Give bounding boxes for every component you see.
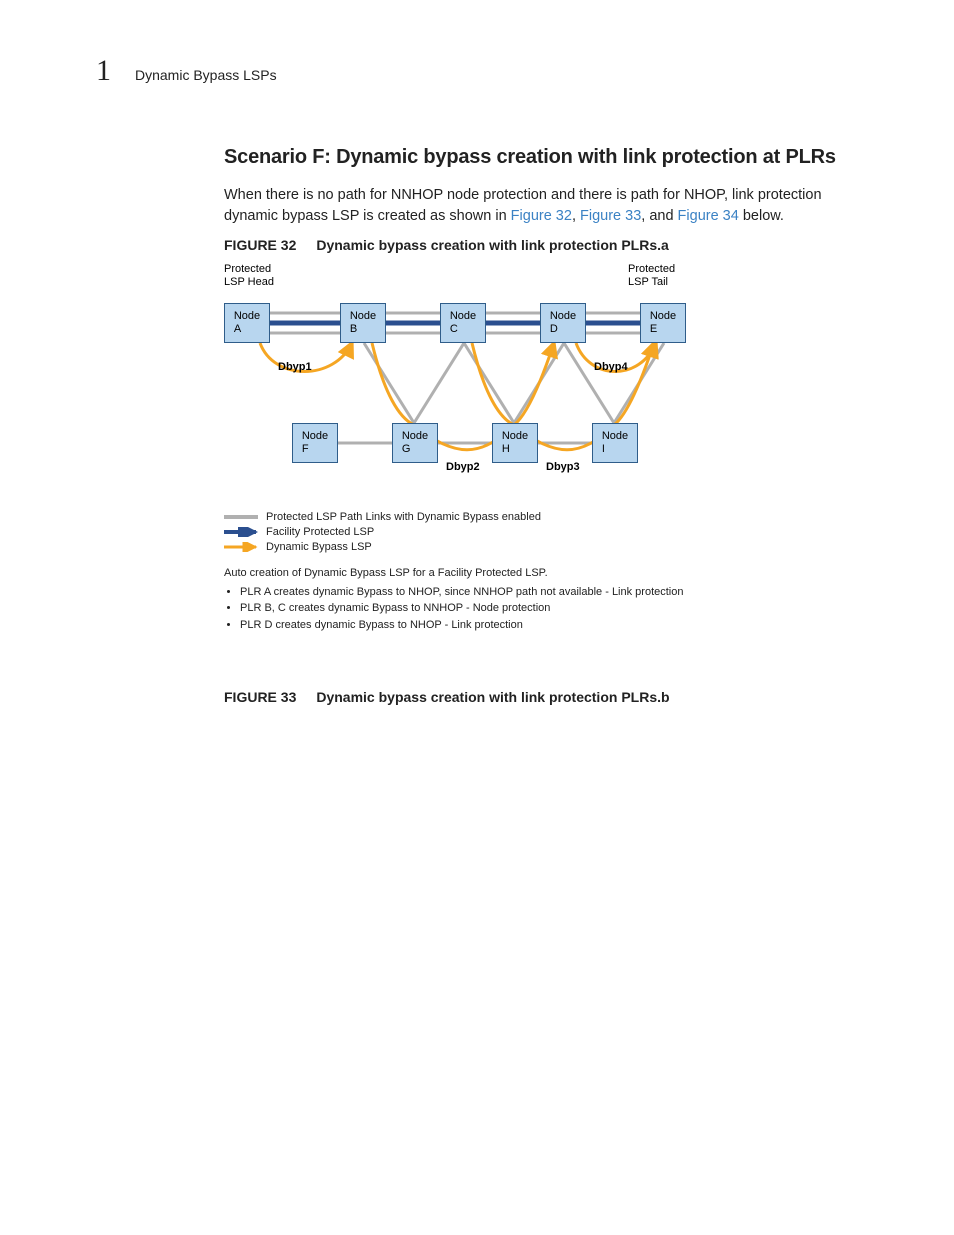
- node-c: Node C: [440, 303, 486, 343]
- intro-text-post: below.: [739, 208, 784, 224]
- dbyp3-label: Dbyp3: [546, 461, 580, 473]
- dbyp4-label: Dbyp4: [594, 361, 628, 373]
- legend-text-1: Protected LSP Path Links with Dynamic By…: [266, 511, 541, 523]
- legend: Protected LSP Path Links with Dynamic By…: [224, 511, 874, 553]
- node-a: Node A: [224, 303, 270, 343]
- figure-32-label: FIGURE 32: [224, 237, 296, 253]
- figure-32-diagram: Protected LSP Head Protected LSP Tail No…: [224, 263, 694, 493]
- breadcrumb: Dynamic Bypass LSPs: [135, 67, 277, 83]
- legend-row-facility-lsp: Facility Protected LSP: [224, 526, 874, 538]
- notes-title: Auto creation of Dynamic Bypass LSP for …: [224, 565, 874, 582]
- legend-text-3: Dynamic Bypass LSP: [266, 541, 372, 553]
- page: 1 Dynamic Bypass LSPs Scenario F: Dynami…: [0, 0, 954, 775]
- page-header: 1 Dynamic Bypass LSPs: [96, 56, 874, 86]
- legend-row-dynamic-bypass: Dynamic Bypass LSP: [224, 541, 874, 553]
- figure-33-caption: FIGURE 33 Dynamic bypass creation with li…: [224, 689, 874, 705]
- note-bullet-2: PLR B, C creates dynamic Bypass to NNHOP…: [240, 600, 874, 617]
- intro-sep2: , and: [641, 208, 677, 224]
- dbyp1-label: Dbyp1: [278, 361, 312, 373]
- lsp-tail-label: Protected LSP Tail: [628, 263, 675, 289]
- legend-line-blue: [224, 527, 258, 537]
- dbyp2-label: Dbyp2: [446, 461, 480, 473]
- legend-row-protected-links: Protected LSP Path Links with Dynamic By…: [224, 511, 874, 523]
- note-bullet-1: PLR A creates dynamic Bypass to NHOP, si…: [240, 584, 874, 601]
- node-f: Node F: [292, 423, 338, 463]
- legend-line-orange: [224, 542, 258, 552]
- node-b: Node B: [340, 303, 386, 343]
- intro-sep1: ,: [572, 208, 580, 224]
- content-column: Scenario F: Dynamic bypass creation with…: [224, 146, 874, 705]
- node-i: Node I: [592, 423, 638, 463]
- legend-text-2: Facility Protected LSP: [266, 526, 374, 538]
- legend-line-gray: [224, 515, 258, 519]
- node-d: Node D: [540, 303, 586, 343]
- figure-32-title: Dynamic bypass creation with link protec…: [316, 237, 668, 253]
- figure-32-notes: Auto creation of Dynamic Bypass LSP for …: [224, 565, 874, 633]
- note-bullet-3: PLR D creates dynamic Bypass to NHOP - L…: [240, 617, 874, 634]
- node-e: Node E: [640, 303, 686, 343]
- figure-33-label: FIGURE 33: [224, 689, 296, 705]
- section-heading: Scenario F: Dynamic bypass creation with…: [224, 146, 874, 169]
- figure-33-title: Dynamic bypass creation with link protec…: [316, 689, 669, 705]
- node-h: Node H: [492, 423, 538, 463]
- chapter-number: 1: [96, 56, 111, 86]
- node-g: Node G: [392, 423, 438, 463]
- link-figure-34[interactable]: Figure 34: [678, 208, 739, 224]
- lsp-head-label: Protected LSP Head: [224, 263, 274, 289]
- link-figure-32[interactable]: Figure 32: [511, 208, 572, 224]
- notes-list: PLR A creates dynamic Bypass to NHOP, si…: [224, 584, 874, 634]
- figure-32-caption: FIGURE 32 Dynamic bypass creation with li…: [224, 237, 874, 253]
- intro-paragraph: When there is no path for NNHOP node pro…: [224, 185, 874, 227]
- link-figure-33[interactable]: Figure 33: [580, 208, 641, 224]
